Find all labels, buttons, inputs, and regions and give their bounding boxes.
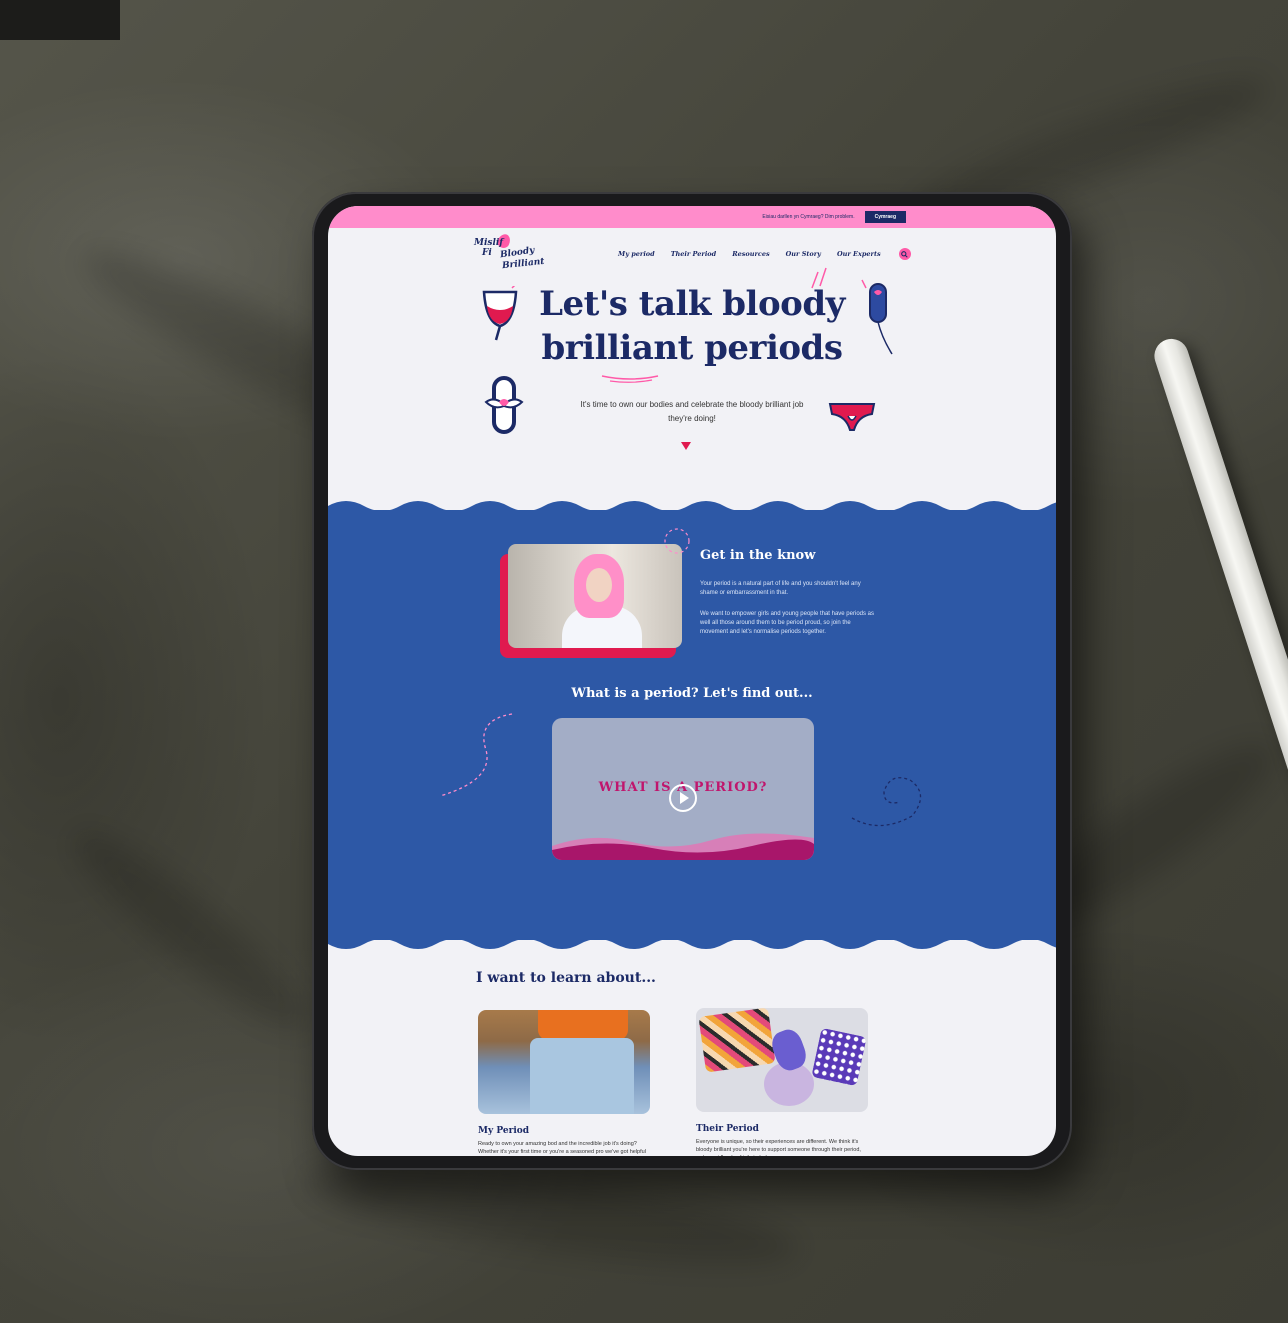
hero-subtitle: It's time to own our bodies and celebrat… <box>580 400 804 423</box>
know-paragraph-1: Your period is a natural part of life an… <box>700 581 861 596</box>
nav-menu: My period Their Period Resources Our Sto… <box>618 248 911 260</box>
cymraeg-button[interactable]: Cymraeg <box>864 211 906 223</box>
card-my-period[interactable]: My Period Ready to own your amazing bod … <box>478 1010 650 1156</box>
play-icon <box>680 792 689 804</box>
card-image-my-period[interactable] <box>478 1010 650 1114</box>
photo-orange-top <box>538 1010 628 1040</box>
hero-section: Let's talk bloody brilliant periods It's… <box>328 267 1056 504</box>
play-button[interactable] <box>669 784 697 812</box>
nav-item-our-experts[interactable]: Our Experts <box>837 250 881 258</box>
know-title: Get in the know <box>700 548 816 563</box>
tampon-icon <box>861 279 893 355</box>
tablet-device: Eisiau darllen yn Cymraeg? Dim problem. … <box>312 192 1072 1170</box>
info-section: Get in the know Your period is a natural… <box>328 501 1056 949</box>
learn-section: I want to learn about... My Period Ready… <box>328 940 1056 1156</box>
logo-text-fi: Fi <box>482 248 492 258</box>
video-section-title: What is a period? Let's find out... <box>571 686 813 701</box>
photo-jeans <box>530 1038 634 1114</box>
search-icon <box>901 250 908 258</box>
sparkle-lines-icon <box>811 267 827 289</box>
hero-title: Let's talk bloody brilliant periods <box>328 282 1056 370</box>
menstrual-cup-icon <box>482 286 518 341</box>
language-prompt: Eisiau darllen yn Cymraeg? Dim problem. <box>762 214 855 220</box>
card-desc-their-period: Everyone is unique, so their experiences… <box>696 1139 861 1156</box>
hero-title-line2: brilliant periods <box>541 328 843 368</box>
photo-purple-pouch <box>811 1027 867 1087</box>
search-button[interactable] <box>898 248 911 260</box>
card-desc-my-period: Ready to own your amazing bod and the in… <box>478 1141 646 1155</box>
nav-item-my-period[interactable]: My period <box>618 250 655 258</box>
scroll-down-icon[interactable] <box>681 442 691 450</box>
photo-pouch <box>698 1008 776 1073</box>
wave-divider-top <box>328 501 1056 512</box>
photo-face <box>586 568 612 602</box>
language-bar: Eisiau darllen yn Cymraeg? Dim problem. … <box>328 206 1056 228</box>
hero-title-line1: Let's talk bloody <box>539 284 845 324</box>
underline-squiggle-icon <box>601 375 659 383</box>
card-title-my-period[interactable]: My Period <box>478 1126 650 1136</box>
card-title-their-period[interactable]: Their Period <box>696 1124 868 1134</box>
site-logo[interactable]: Mislif Fi Bloody Brilliant <box>474 232 545 278</box>
video-waves <box>552 833 814 860</box>
nav-item-their-period[interactable]: Their Period <box>671 250 716 258</box>
dashed-circle-icon <box>664 528 690 554</box>
girl-photo <box>508 544 682 648</box>
nav-item-resources[interactable]: Resources <box>732 250 769 258</box>
dashed-squiggle-icon <box>439 713 513 797</box>
dashed-spiral-icon <box>851 777 922 827</box>
card-their-period[interactable]: Their Period Everyone is unique, so thei… <box>696 1008 868 1156</box>
learn-title: I want to learn about... <box>476 970 656 986</box>
know-paragraph-2: We want to empower girls and young peopl… <box>700 611 874 635</box>
main-nav: Mislif Fi Bloody Brilliant My period The… <box>328 228 1056 276</box>
logo-text-mislif: Mislif <box>474 238 504 248</box>
video-player[interactable]: WHAT IS A PERIOD? <box>552 718 814 860</box>
tablet-screen: Eisiau darllen yn Cymraeg? Dim problem. … <box>328 206 1056 1156</box>
nav-item-our-story[interactable]: Our Story <box>786 250 821 258</box>
card-image-their-period[interactable] <box>696 1008 868 1112</box>
dark-corner <box>0 0 120 40</box>
